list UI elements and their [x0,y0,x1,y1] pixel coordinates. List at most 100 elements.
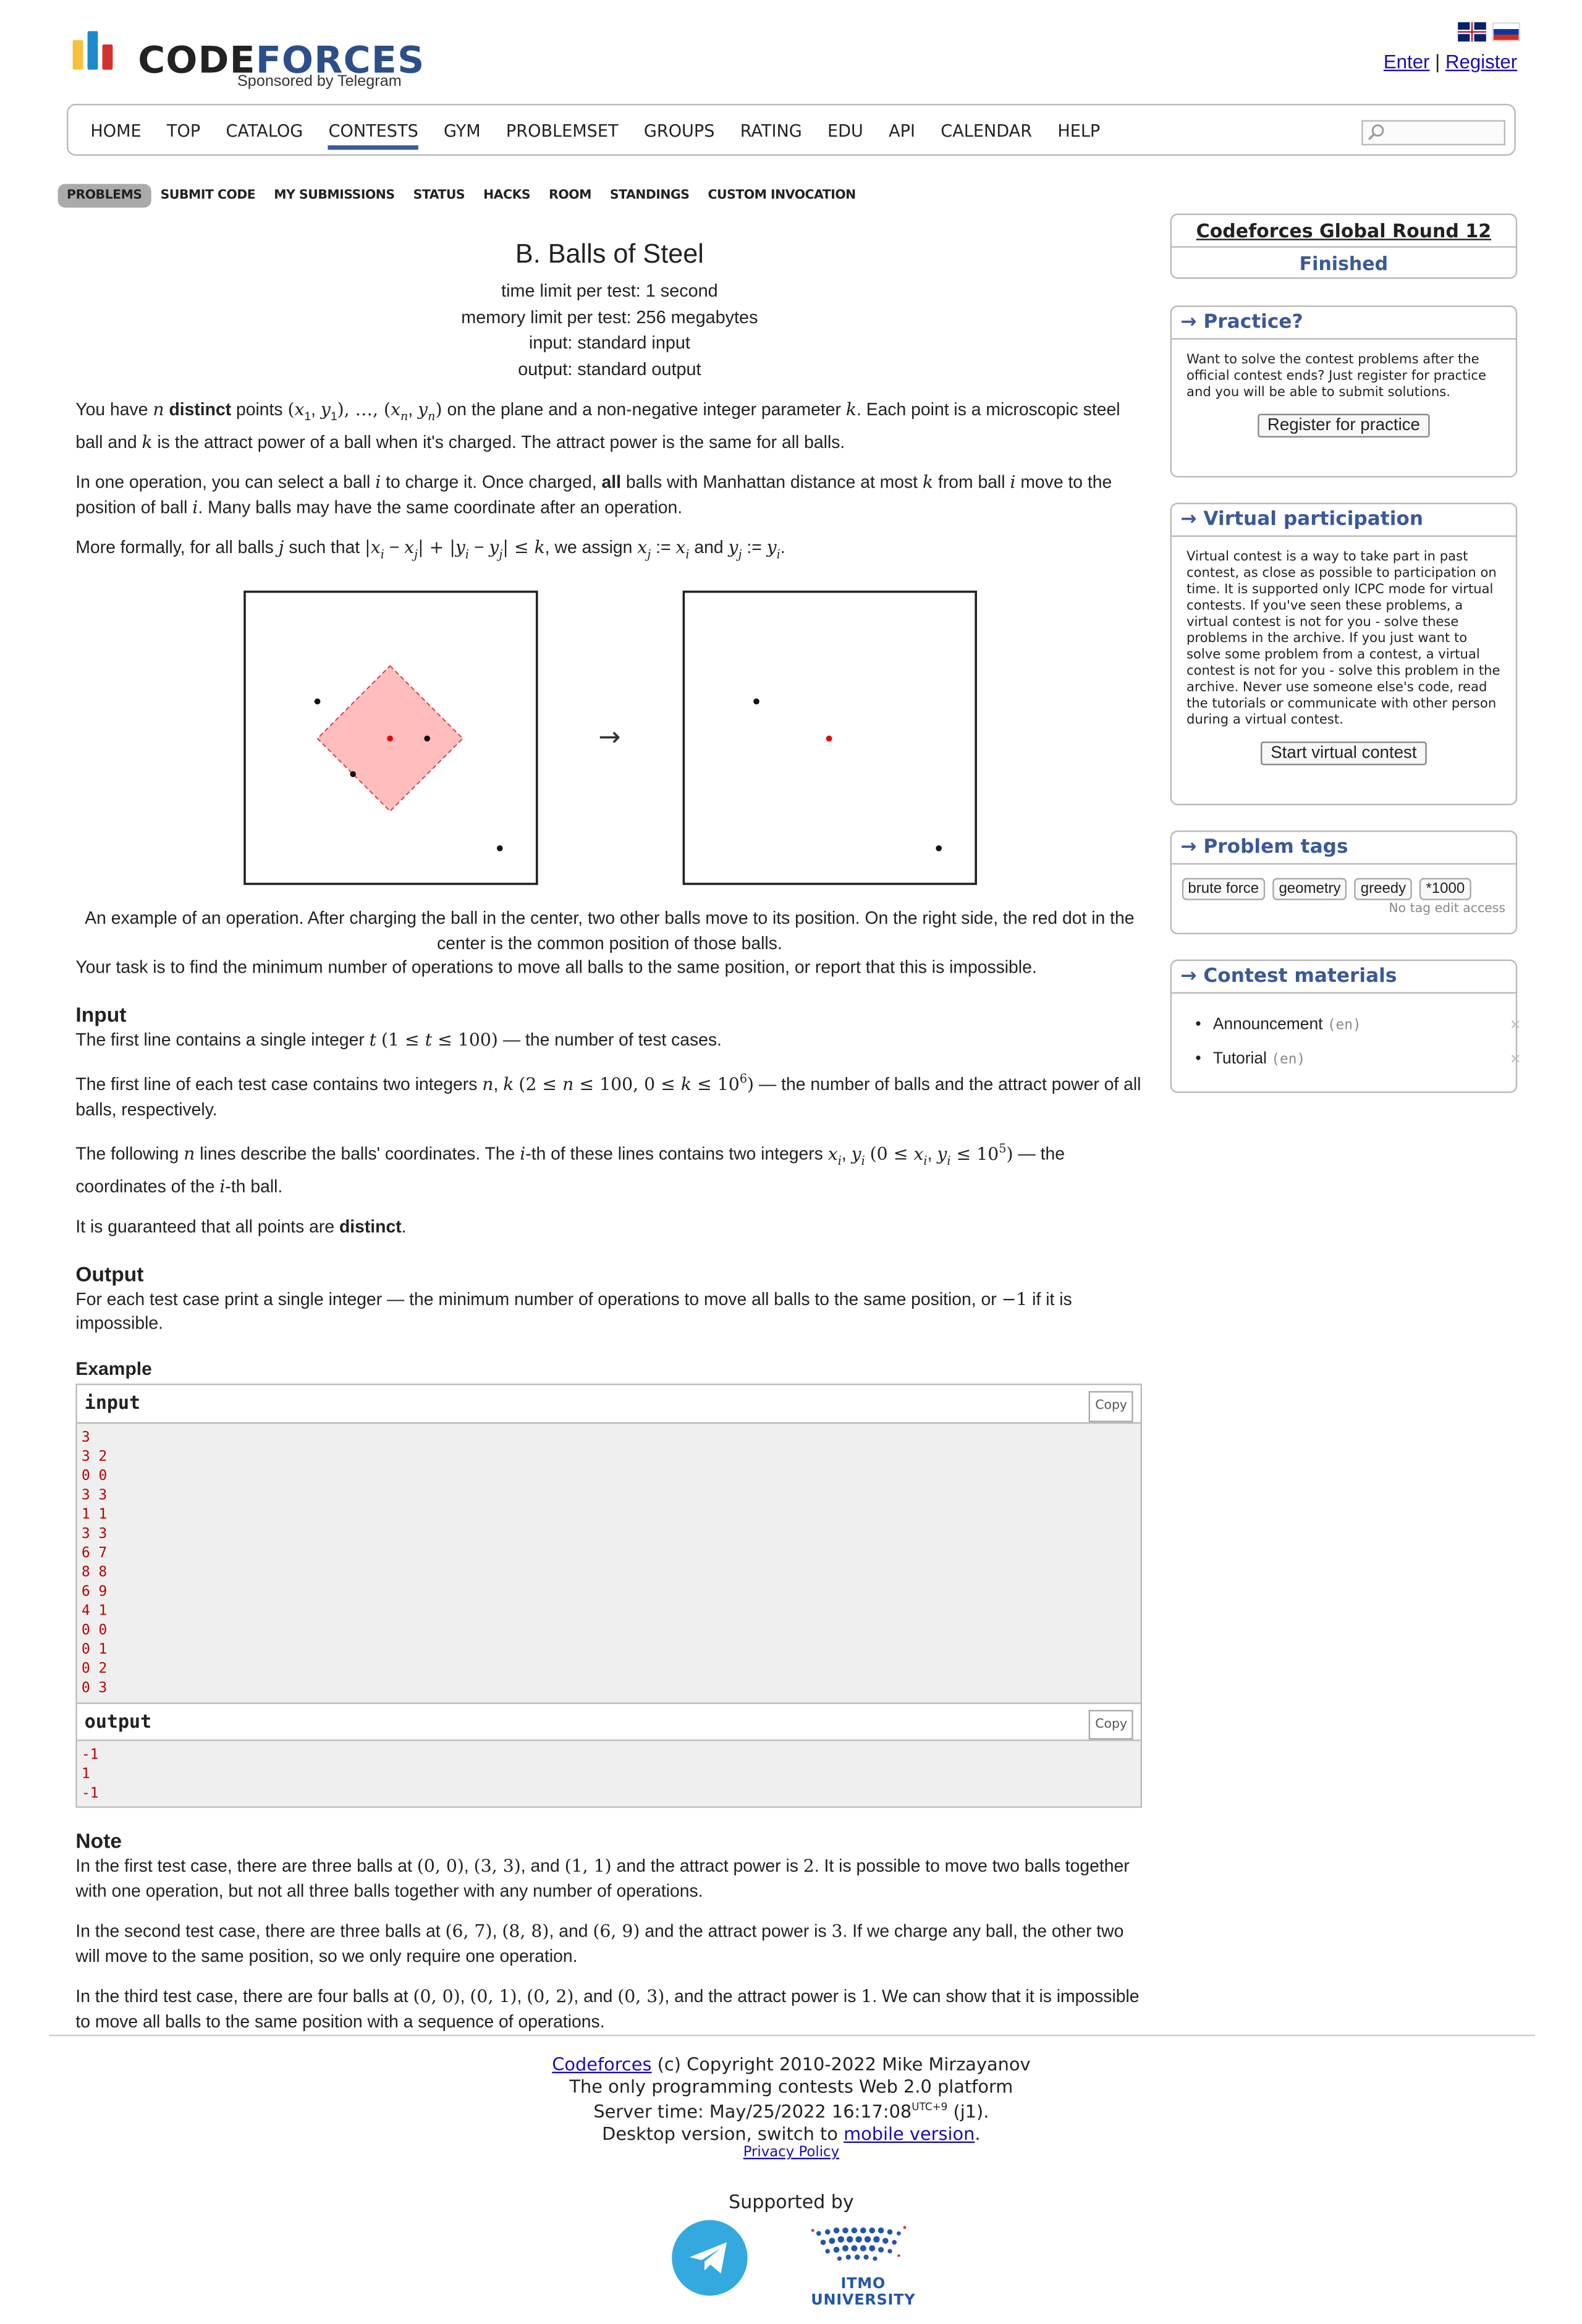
tag-brute-force[interactable]: brute force [1182,877,1265,900]
material-announcement: • Announcement (en) ✕ [1195,1008,1521,1042]
telegram-logo-icon[interactable] [672,2220,748,2296]
tab-custom-invocation[interactable]: CUSTOM INVOCATION [699,184,865,208]
note-paragraph-3: In the third test case, there are four b… [75,1986,1140,2032]
register-link[interactable]: Register [1445,51,1517,73]
language-flags [1452,22,1520,49]
footer-codeforces-link[interactable]: Codeforces [552,2054,651,2075]
tab-my-submissions[interactable]: MY SUBMISSIONS [265,184,404,208]
tags-title: → Problem tags [1172,832,1516,865]
nav-calendar[interactable]: CALENDAR [941,122,1032,141]
practice-text: Want to solve the contest problems after… [1186,353,1487,400]
close-tutorial-icon[interactable]: ✕ [1510,1042,1521,1076]
example-output-label: output [84,1710,152,1733]
output-heading: Output [75,1262,144,1286]
sponsor-text[interactable]: Sponsored by Telegram [237,73,402,91]
nav-rating[interactable]: RATING [740,122,802,141]
auth-separator: | [1435,50,1440,73]
input-paragraph-3: The following n lines describe the balls… [75,1142,1065,1197]
nav-home[interactable]: HOME [90,122,141,141]
output-file: output: standard output [518,358,701,379]
tutorial-link[interactable]: Tutorial [1213,1050,1267,1068]
tab-standings[interactable]: STANDINGS [601,184,698,208]
example-output-content[interactable]: -1 1 -1 [77,1741,1141,1807]
announcement-link[interactable]: Announcement [1213,1016,1323,1034]
nav-contests[interactable]: CONTESTS [328,121,418,150]
contest-submenu: PROBLEMS SUBMIT CODE MY SUBMISSIONS STATUS H… [57,184,866,208]
example-input-label: input [84,1392,141,1414]
footer: Codeforces (c) Copyright 2010-2022 Mike … [0,2054,1582,2213]
practice-box: → Practice? Want to solve the contest pr… [1170,305,1518,478]
tab-status[interactable]: STATUS [404,184,473,208]
mobile-version-link[interactable]: mobile version [844,2123,975,2144]
copy-input-button[interactable]: Copy [1089,1392,1133,1422]
output-paragraph: For each test case print a single intege… [75,1288,1072,1334]
figure-arrow: → [598,722,620,753]
copy-output-button[interactable]: Copy [1089,1710,1133,1741]
note-paragraph-1: In the first test case, there are three … [75,1856,1130,1901]
start-virtual-contest-button[interactable]: Start virtual contest [1260,742,1428,766]
supported-by: Supported by [729,2190,854,2213]
tab-submit-code[interactable]: SUBMIT CODE [151,184,264,208]
nav-top[interactable]: TOP [167,122,200,141]
nav-catalog[interactable]: CATALOG [226,122,303,141]
footer-copyright: (c) Copyright 2010-2022 Mike Mirzayanov [651,2054,1031,2075]
legend-paragraph-3: More formally, for all balls j such that… [75,537,785,562]
virtual-title: → Virtual participation [1172,504,1516,537]
russian-flag-icon[interactable] [1492,22,1520,42]
tag-geometry[interactable]: geometry [1272,877,1347,900]
tab-problems[interactable]: PROBLEMS [57,184,151,208]
input-paragraph-2: The first line of each test case contain… [75,1072,1141,1120]
input-file: input: standard input [528,332,690,353]
materials-title: → Contest materials [1172,961,1516,994]
note-paragraph-2: In the second test case, there are three… [75,1921,1124,1967]
example-input-content[interactable]: 3 3 2 0 0 3 3 1 1 3 3 6 7 8 8 6 9 4 1 0 … [77,1423,1141,1703]
material-tutorial: • Tutorial (en) ✕ [1195,1042,1521,1076]
nav-help[interactable]: HELP [1057,122,1100,141]
input-heading: Input [75,1002,127,1026]
tab-hacks[interactable]: HACKS [475,184,539,208]
nav-groups[interactable]: GROUPS [644,122,715,141]
search-icon [1368,124,1384,140]
nav-gym[interactable]: GYM [444,122,481,141]
tag-greedy[interactable]: greedy [1355,877,1412,900]
footer-divider [49,2034,1536,2037]
tag-difficulty[interactable]: *1000 [1419,877,1471,900]
register-practice-button[interactable]: Register for practice [1257,413,1431,437]
legend-paragraph-1: You have n distinct points (x1, y1), …, … [75,399,1120,452]
virtual-text: Virtual contest is a way to take part in… [1186,550,1500,729]
operation-figure: → [75,568,1143,906]
nav-problemset[interactable]: PROBLEMSET [506,122,619,141]
contest-name-link[interactable]: Codeforces Global Round 12 [1172,215,1516,248]
footer-tagline: The only programming contests Web 2.0 pl… [569,2075,1013,2097]
contest-materials-box: → Contest materials • Announcement (en) ✕… [1170,959,1521,1093]
auth-links: Enter | Register [1384,51,1517,73]
tags-note: No tag edit access [1389,902,1505,917]
example-heading: Example [75,1358,152,1379]
contest-status: Finished [1299,252,1389,275]
english-flag-icon[interactable] [1458,22,1486,42]
privacy-policy-link[interactable]: Privacy Policy [743,2144,839,2160]
example-input-block: input Copy 3 3 2 0 0 3 3 1 1 3 3 6 7 8 8 … [75,1384,1143,1809]
problem-title: B. Balls of Steel [515,239,704,269]
legend-paragraph-2: In one operation, you can select a ball … [75,472,1112,518]
task-paragraph: Your task is to find the minimum number … [75,957,1037,978]
contest-info-box: Codeforces Global Round 12 Finished [1170,213,1518,279]
footer-version: Desktop version, switch to mobile versio… [602,2123,981,2144]
close-announcement-icon[interactable]: ✕ [1510,1008,1521,1042]
problem-tags-box: → Problem tags brute force geometry gree… [1170,830,1518,934]
nav-edu[interactable]: EDU [827,122,863,141]
enter-link[interactable]: Enter [1384,51,1430,73]
search-input[interactable] [1361,120,1505,146]
memory-limit: memory limit per test: 256 megabytes [461,306,758,327]
nav-api[interactable]: API [889,122,915,141]
problem-statement: B. Balls of Steel time limit per test: 1… [75,237,1143,2034]
footer-server-time: Server time: May/25/2022 16:17:08UTC+9 (… [593,2101,989,2123]
main-nav: HOME TOP CATALOG CONTESTS GYM PROBLEMSET… [67,104,1516,156]
itmo-logo-icon[interactable]: ITMO UNIVERSITY [786,2218,941,2309]
itmo-text: ITMO UNIVERSITY [811,2276,916,2309]
tab-room[interactable]: ROOM [540,184,601,208]
virtual-participation-box: → Virtual participation Virtual contest … [1170,502,1518,806]
input-paragraph-4: It is guaranteed that all points are dis… [75,1217,407,1238]
note-heading: Note [75,1829,122,1853]
time-limit: time limit per test: 1 second [501,280,718,302]
